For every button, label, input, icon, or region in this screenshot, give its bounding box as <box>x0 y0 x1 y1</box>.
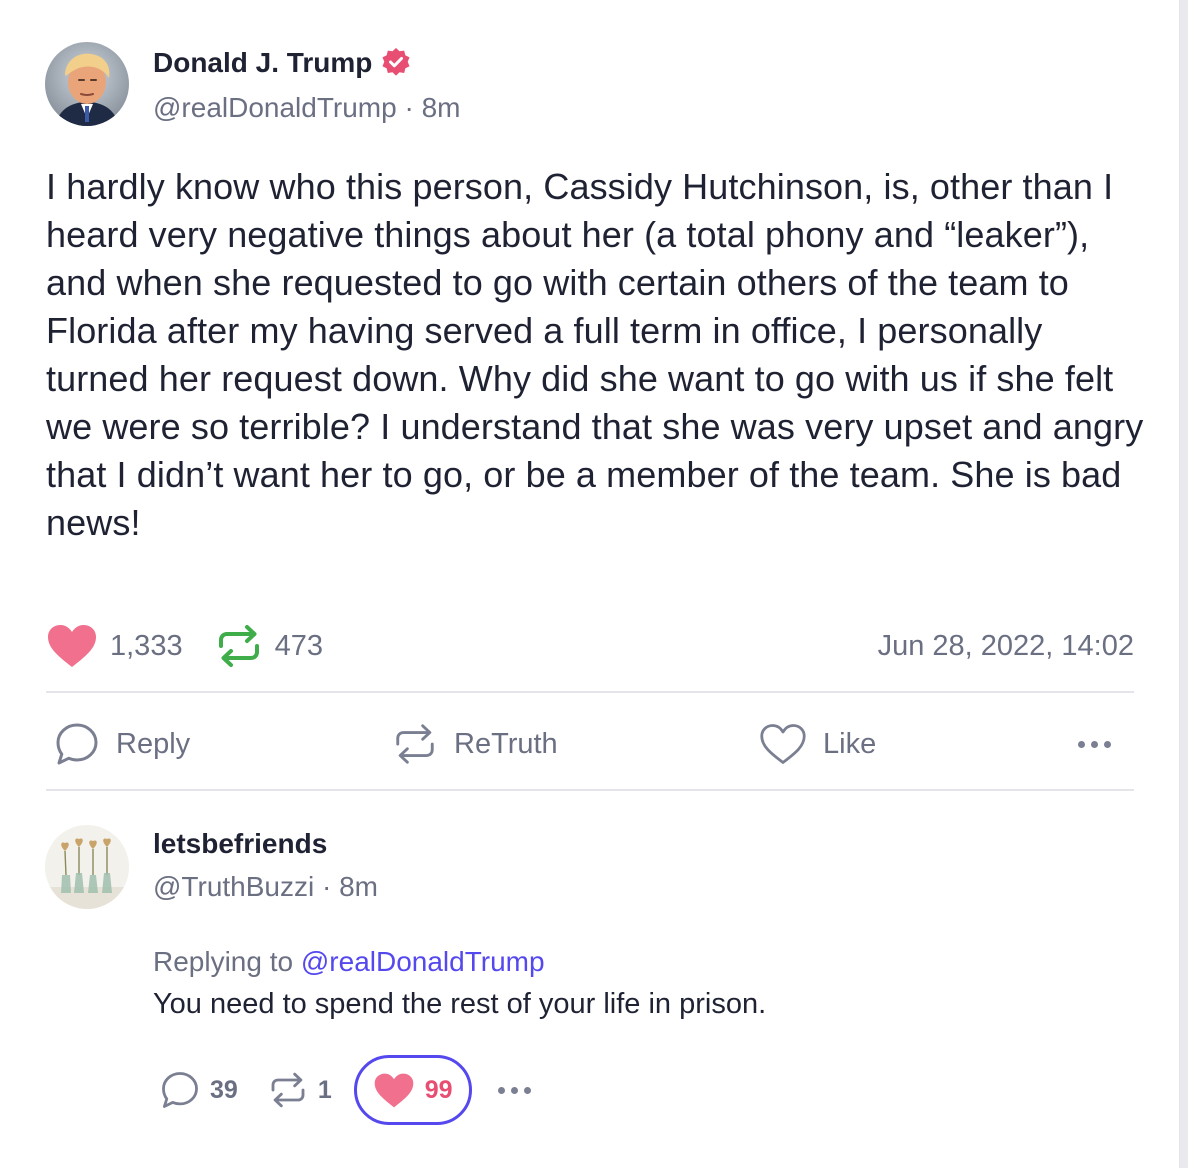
flower-vases-icon <box>45 825 129 909</box>
verified-badge-icon <box>380 47 412 79</box>
retruths-stat[interactable]: 473 <box>215 624 323 668</box>
reply-author-avatar[interactable] <box>45 825 129 909</box>
post-card: Donald J. Trump @realDonaldTrump · 8m I … <box>0 0 1180 1168</box>
replying-to-mention-link[interactable]: @realDonaldTrump <box>301 946 545 977</box>
reply-label: Reply <box>116 727 191 760</box>
author-avatar[interactable] <box>45 42 129 126</box>
likes-count: 1,333 <box>110 629 183 662</box>
reply-button[interactable]: Reply <box>54 714 190 774</box>
like-button[interactable]: Like <box>759 714 876 774</box>
reply-author-handle-line: @TruthBuzzi · 8m <box>153 871 378 903</box>
post-body-text: I hardly know who this person, Cassidy H… <box>46 166 1144 543</box>
separator-dot: · <box>322 871 332 902</box>
post-time-ago[interactable]: 8m <box>422 92 461 123</box>
heart-outline-icon <box>760 724 806 764</box>
reply-bubble-icon <box>162 1072 198 1108</box>
heart-filled-icon <box>374 1073 414 1107</box>
retruth-button[interactable]: ReTruth <box>392 714 558 774</box>
author-name[interactable]: Donald J. Trump <box>153 47 372 79</box>
heart-filled-icon <box>48 625 96 667</box>
like-label: Like <box>823 727 877 760</box>
reply-body-text: You need to spend the rest of your life … <box>153 988 767 1020</box>
more-dots-icon[interactable] <box>497 1086 531 1094</box>
retruth-label: ReTruth <box>454 727 558 760</box>
post-stats: 1,333 473 Jun 28, 2022, 14:02 <box>46 618 1134 674</box>
likes-stat[interactable]: 1,333 <box>46 623 183 669</box>
divider <box>46 789 1134 791</box>
reply-like-button[interactable]: 99 <box>353 1055 472 1125</box>
post-actions: Reply ReTruth Like <box>46 714 1134 774</box>
reply-author-name[interactable]: letsbefriends <box>153 828 327 860</box>
author-name-row: Donald J. Trump <box>153 47 412 79</box>
reply-likes-count: 99 <box>424 1075 453 1104</box>
reply-replies-count: 39 <box>210 1075 238 1104</box>
reply-stats: 39 1 99 <box>160 1055 531 1125</box>
retruth-icon <box>271 1072 305 1108</box>
reply-retruth-button[interactable]: 1 <box>268 1071 332 1109</box>
more-dots-icon[interactable] <box>1078 714 1111 774</box>
separator-dot: · <box>404 92 414 123</box>
reply-time-ago[interactable]: 8m <box>339 871 378 902</box>
retruth-icon <box>218 625 259 667</box>
author-handle-line: @realDonaldTrump · 8m <box>153 92 461 124</box>
replying-to-line: Replying to @realDonaldTrump <box>153 946 545 978</box>
reply-replies-button[interactable]: 39 <box>160 1070 238 1110</box>
author-portrait-icon <box>45 42 129 126</box>
retruth-icon <box>396 724 434 764</box>
author-handle[interactable]: @realDonaldTrump <box>153 92 397 123</box>
divider <box>46 691 1134 693</box>
reply-bubble-icon <box>56 723 98 765</box>
reply-author-handle[interactable]: @TruthBuzzi <box>153 871 314 902</box>
replying-to-label: Replying to <box>153 946 294 977</box>
post-timestamp: Jun 28, 2022, 14:02 <box>877 629 1134 662</box>
retruths-count: 473 <box>274 629 323 662</box>
reply-retruths-count: 1 <box>317 1075 332 1104</box>
